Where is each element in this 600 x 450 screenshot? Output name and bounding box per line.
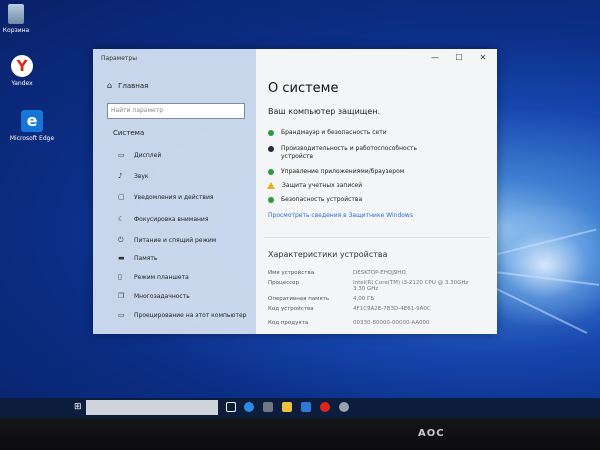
sidebar-item-multitasking[interactable]: ❐ Многозадачность: [118, 292, 190, 300]
storage-icon: ▬: [118, 254, 125, 262]
store-icon[interactable]: [282, 402, 292, 412]
settings-sidebar: Параметры ⌂ Главная Найти параметр Систе…: [93, 49, 256, 334]
minimize-button[interactable]: —: [424, 51, 446, 65]
focus-assist-icon: ☾: [118, 215, 125, 223]
status-item-account-protection: Защита учетных записей: [267, 182, 363, 190]
spec-value: Intel(R) Core(TM) i3-2120 CPU @ 3.30GHz …: [353, 280, 469, 292]
projecting-icon: ▭: [118, 311, 125, 319]
settings-icon[interactable]: [339, 402, 349, 412]
sidebar-item-label: Уведомления и действия: [134, 193, 214, 201]
spec-label: Код продукта: [268, 320, 309, 326]
mail-icon[interactable]: [301, 402, 311, 412]
sound-icon: ♪: [118, 172, 123, 180]
task-view-icon[interactable]: [226, 402, 236, 412]
status-info-icon: [268, 146, 274, 152]
protection-status-heading: Ваш компьютер защищен.: [268, 107, 381, 116]
recycle-bin-icon: [8, 4, 24, 24]
desktop-icon-recycle-bin[interactable]: Корзина: [0, 4, 40, 35]
status-item-label: Управление приложениями/браузером: [281, 168, 405, 175]
nav-home[interactable]: ⌂ Главная: [107, 81, 148, 90]
status-ok-icon: [268, 197, 274, 203]
spec-label: Оперативная память: [268, 296, 330, 302]
nav-home-label: Главная: [118, 81, 149, 90]
sidebar-item-label: Дисплей: [134, 151, 162, 159]
defender-details-link[interactable]: Просмотреть сведения в Защитнике Windows: [268, 212, 413, 219]
sidebar-item-storage[interactable]: ▬ Память: [118, 254, 157, 262]
section-divider: [264, 237, 489, 238]
sidebar-item-label: Память: [134, 254, 158, 262]
tablet-mode-icon: ▯: [118, 273, 122, 281]
sidebar-item-tablet-mode[interactable]: ▯ Режим планшета: [118, 273, 189, 281]
settings-window: Параметры ⌂ Главная Найти параметр Систе…: [93, 49, 497, 334]
explorer-icon[interactable]: [263, 402, 273, 412]
start-button[interactable]: ⊞: [74, 403, 83, 412]
spec-label: Имя устройства: [268, 270, 315, 276]
spec-label: Процессор: [268, 280, 300, 286]
window-title: Параметры: [101, 55, 137, 62]
edge-icon[interactable]: [244, 402, 254, 412]
multitasking-icon: ❐: [118, 292, 125, 300]
sidebar-item-label: Многозадачность: [134, 292, 190, 300]
settings-content: — ☐ ✕ О системе Ваш компьютер защищен. Б…: [256, 49, 497, 334]
taskbar-search-box[interactable]: [86, 400, 218, 415]
status-item-label: Безопасность устройства: [281, 196, 363, 203]
desktop-icon-label: Microsoft Edge: [9, 135, 55, 142]
spec-value: DESKTOP-EHQJ9HO: [353, 270, 406, 276]
page-title: О системе: [268, 81, 339, 96]
monitor-bezel: AOC: [0, 418, 600, 450]
device-specs-heading: Характеристики устройства: [268, 250, 388, 259]
desktop-icon-label: Yandex: [11, 80, 33, 87]
desktop-icon-edge[interactable]: e Microsoft Edge: [8, 110, 56, 143]
desktop-screen: Корзина Y Yandex e Microsoft Edge Параме…: [0, 0, 600, 418]
taskbar: ⊞: [0, 398, 600, 418]
settings-search-input[interactable]: Найти параметр: [107, 103, 245, 119]
status-ok-icon: [268, 130, 274, 136]
status-item-label: Брандмауэр и безопасность сети: [281, 129, 387, 136]
sidebar-item-projecting[interactable]: ▭ Проецирование на этот компьютер: [118, 311, 246, 319]
status-item-label: Производительность и работоспособность у…: [281, 145, 418, 160]
edge-browser-icon: e: [21, 110, 43, 132]
warning-icon: [267, 182, 275, 189]
yandex-icon[interactable]: [320, 402, 330, 412]
notifications-icon: ▢: [118, 193, 125, 201]
display-icon: ▭: [118, 151, 125, 159]
sidebar-item-label: Фокусировка внимания: [134, 215, 209, 223]
sidebar-item-sound[interactable]: ♪ Звук: [118, 172, 149, 180]
sidebar-item-label: Звук: [134, 172, 149, 180]
status-item-performance: Производительность и работоспособность у…: [268, 145, 418, 161]
spec-value: 4F1C9A2E-7B3D-4E61-9A0C: [353, 306, 431, 312]
spec-value: 4,00 ГБ: [353, 296, 375, 302]
power-icon: ⏻: [118, 236, 124, 244]
spec-value: 00330-80000-00000-AA000: [353, 320, 430, 326]
sidebar-item-label: Проецирование на этот компьютер: [134, 311, 247, 319]
sidebar-item-label: Режим планшета: [134, 273, 189, 281]
yandex-browser-icon: Y: [11, 55, 33, 77]
sidebar-item-display[interactable]: ▭ Дисплей: [118, 151, 161, 159]
monitor-brand-logo: AOC: [418, 428, 445, 439]
status-item-firewall: Брандмауэр и безопасность сети: [268, 129, 387, 137]
desktop-icon-yandex[interactable]: Y Yandex: [0, 55, 46, 88]
home-icon: ⌂: [107, 81, 113, 90]
section-heading-system: Система: [113, 129, 145, 137]
sidebar-item-power[interactable]: ⏻ Питание и спящий режим: [118, 236, 216, 244]
sidebar-item-notifications[interactable]: ▢ Уведомления и действия: [118, 193, 213, 201]
desktop-icon-label: Корзина: [2, 27, 30, 34]
spec-label: Код устройства: [268, 306, 314, 312]
status-ok-icon: [268, 169, 274, 175]
sidebar-item-focus-assist[interactable]: ☾ Фокусировка внимания: [118, 215, 208, 223]
status-item-app-browser: Управление приложениями/браузером: [268, 168, 404, 176]
close-button[interactable]: ✕: [472, 51, 494, 65]
maximize-button[interactable]: ☐: [448, 51, 470, 65]
status-item-device-security: Безопасность устройства: [268, 196, 362, 204]
status-item-label: Защита учетных записей: [282, 182, 363, 189]
sidebar-item-label: Питание и спящий режим: [134, 236, 217, 244]
